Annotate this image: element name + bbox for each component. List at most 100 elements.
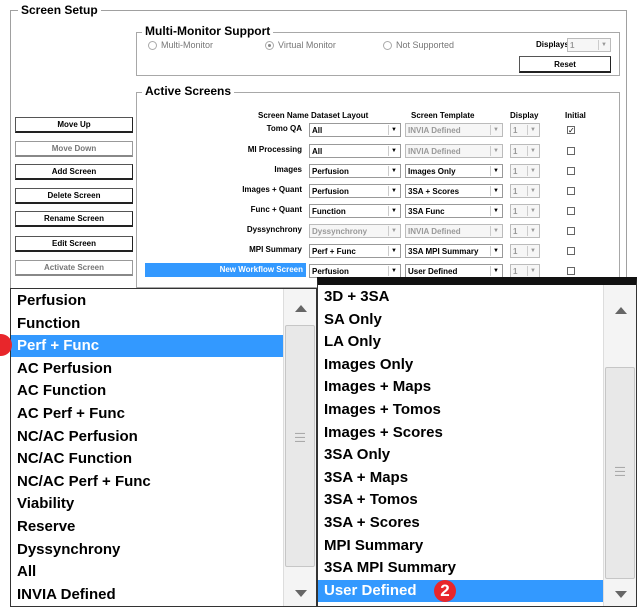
display-select[interactable]: 1 ▼ bbox=[510, 164, 540, 178]
template-option[interactable]: 3SA Only bbox=[324, 444, 602, 466]
dataset-layout-select[interactable]: All ▼ bbox=[309, 123, 401, 137]
radio-dot[interactable] bbox=[148, 40, 157, 50]
radio-not-supported[interactable]: Not Supported bbox=[383, 40, 454, 50]
layout-option[interactable]: Dyssynchrony bbox=[17, 539, 282, 561]
rename-screen-button[interactable]: Rename Screen bbox=[15, 211, 133, 227]
template-option[interactable]: LA Only bbox=[324, 331, 602, 353]
initial-checkbox[interactable] bbox=[567, 187, 575, 195]
template-option[interactable]: 3SA + Maps bbox=[324, 467, 602, 489]
template-option[interactable]: SA Only bbox=[324, 309, 602, 331]
dataset-layout-select[interactable]: Perf + Func ▼ bbox=[309, 244, 401, 258]
display-select[interactable]: 1 ▼ bbox=[510, 184, 540, 198]
template-option[interactable]: Images + Maps bbox=[324, 376, 602, 398]
layout-option[interactable]: Perf + Func bbox=[11, 335, 283, 358]
screen-name-2[interactable]: Images bbox=[142, 165, 302, 174]
dataset-layout-select[interactable]: Function ▼ bbox=[309, 204, 401, 218]
template-option[interactable]: MPI Summary bbox=[324, 535, 602, 557]
screen-template-dropdown-list[interactable]: 3D + 3SA SA Only LA Only Images Only Images … bbox=[317, 277, 637, 607]
display-select[interactable]: 1 ▼ bbox=[510, 264, 540, 278]
template-option[interactable]: Images Only bbox=[324, 354, 602, 376]
chevron-down-icon: ▼ bbox=[490, 266, 501, 276]
chevron-down-icon: ▼ bbox=[490, 226, 501, 236]
initial-checkbox[interactable]: ✓ bbox=[567, 126, 575, 135]
chevron-down-icon: ▼ bbox=[527, 206, 538, 216]
template-scrollbar[interactable]: — — — bbox=[603, 285, 636, 606]
active-screens-title: Active Screens bbox=[142, 84, 235, 98]
screen-template-select[interactable]: 3SA MPI Summary ▼ bbox=[405, 244, 503, 258]
radio-multi-monitor[interactable]: Multi-Monitor bbox=[148, 40, 213, 50]
template-option[interactable]: 3SA + Scores bbox=[324, 512, 602, 534]
screen-template-select[interactable]: INVIA Defined ▼ bbox=[405, 224, 503, 238]
header-screen-name: Screen Name bbox=[258, 111, 309, 120]
screen-name-4[interactable]: Func + Quant bbox=[142, 205, 302, 214]
screen-name-5[interactable]: Dyssynchrony bbox=[142, 225, 302, 234]
template-option[interactable]: User Defined bbox=[318, 579, 603, 602]
radio-virtual-monitor[interactable]: Virtual Monitor bbox=[265, 40, 336, 50]
screen-name-7[interactable]: New Workflow Screen bbox=[145, 263, 306, 277]
screen-template-select[interactable]: Images Only ▼ bbox=[405, 164, 503, 178]
screen-template-select[interactable]: INVIA Defined ▼ bbox=[405, 144, 503, 158]
move-up-button[interactable]: Move Up bbox=[15, 117, 133, 133]
dataset-layout-select[interactable]: Dyssynchrony ▼ bbox=[309, 224, 401, 238]
template-option[interactable]: 3SA MPI Summary bbox=[324, 557, 602, 579]
layout-option[interactable]: AC Perfusion bbox=[17, 358, 282, 380]
layout-option[interactable]: Perfusion bbox=[17, 290, 282, 312]
screen-template-select[interactable]: 3SA + Scores ▼ bbox=[405, 184, 503, 198]
display-select[interactable]: 1 ▼ bbox=[510, 144, 540, 158]
scroll-down-icon[interactable] bbox=[295, 590, 307, 597]
scroll-down-icon[interactable] bbox=[615, 591, 627, 598]
layout-option[interactable]: All bbox=[17, 561, 282, 583]
display-select[interactable]: 1 ▼ bbox=[510, 123, 540, 137]
displays-select[interactable]: 1 ▼ bbox=[567, 38, 611, 52]
layout-option[interactable]: NC/AC Function bbox=[17, 448, 282, 470]
scroll-up-icon[interactable] bbox=[615, 307, 627, 314]
template-option[interactable]: 3D + 3SA bbox=[324, 286, 602, 308]
screen-template-select[interactable]: INVIA Defined ▼ bbox=[405, 123, 503, 137]
move-down-button[interactable]: Move Down bbox=[15, 141, 133, 157]
layout-option[interactable]: INVIA Defined bbox=[17, 584, 282, 606]
chevron-down-icon: ▼ bbox=[527, 125, 538, 135]
template-option[interactable]: Images + Tomos bbox=[324, 399, 602, 421]
radio-dot[interactable] bbox=[383, 40, 392, 50]
layout-option[interactable]: Viability bbox=[17, 493, 282, 515]
layout-option[interactable]: Function bbox=[17, 313, 282, 335]
delete-screen-button[interactable]: Delete Screen bbox=[15, 188, 133, 204]
template-option[interactable]: Images + Scores bbox=[324, 422, 602, 444]
reset-button[interactable]: Reset bbox=[519, 56, 611, 73]
header-initial: Initial bbox=[565, 111, 586, 120]
initial-checkbox[interactable] bbox=[567, 267, 575, 275]
display-select[interactable]: 1 ▼ bbox=[510, 204, 540, 218]
screen-template-select[interactable]: 3SA Func ▼ bbox=[405, 204, 503, 218]
layout-option[interactable]: AC Function bbox=[17, 380, 282, 402]
screen-template-select[interactable]: User Defined ▼ bbox=[405, 264, 503, 278]
activate-screen-button[interactable]: Activate Screen bbox=[15, 260, 133, 276]
chevron-down-icon: ▼ bbox=[388, 146, 399, 156]
add-screen-button[interactable]: Add Screen bbox=[15, 164, 133, 180]
layout-option[interactable]: NC/AC Perfusion bbox=[17, 426, 282, 448]
layout-scrollbar[interactable]: — — — bbox=[283, 289, 316, 606]
initial-checkbox[interactable] bbox=[567, 167, 575, 175]
dataset-layout-select[interactable]: All ▼ bbox=[309, 144, 401, 158]
edit-screen-button[interactable]: Edit Screen bbox=[15, 236, 133, 252]
initial-checkbox[interactable] bbox=[567, 227, 575, 235]
layout-option[interactable]: AC Perf + Func bbox=[17, 403, 282, 425]
scroll-up-icon[interactable] bbox=[295, 305, 307, 312]
display-select[interactable]: 1 ▼ bbox=[510, 244, 540, 258]
chevron-down-icon: ▼ bbox=[388, 206, 399, 216]
screen-name-1[interactable]: MI Processing bbox=[142, 145, 302, 154]
template-option[interactable]: 3SA + Tomos bbox=[324, 489, 602, 511]
initial-checkbox[interactable] bbox=[567, 247, 575, 255]
dataset-layout-select[interactable]: Perfusion ▼ bbox=[309, 184, 401, 198]
dataset-layout-dropdown-list[interactable]: Perfusion Function Perf + Func AC Perfusion… bbox=[10, 288, 317, 607]
initial-checkbox[interactable] bbox=[567, 207, 575, 215]
screen-name-0[interactable]: Tomo QA bbox=[142, 124, 302, 133]
screen-name-6[interactable]: MPI Summary bbox=[142, 245, 302, 254]
initial-checkbox[interactable] bbox=[567, 147, 575, 155]
layout-option[interactable]: Reserve bbox=[17, 516, 282, 538]
screen-name-3[interactable]: Images + Quant bbox=[142, 185, 302, 194]
radio-dot[interactable] bbox=[265, 40, 274, 50]
dataset-layout-select[interactable]: Perfusion ▼ bbox=[309, 264, 401, 278]
display-select[interactable]: 1 ▼ bbox=[510, 224, 540, 238]
layout-option[interactable]: NC/AC Perf + Func bbox=[17, 471, 282, 493]
dataset-layout-select[interactable]: Perfusion ▼ bbox=[309, 164, 401, 178]
